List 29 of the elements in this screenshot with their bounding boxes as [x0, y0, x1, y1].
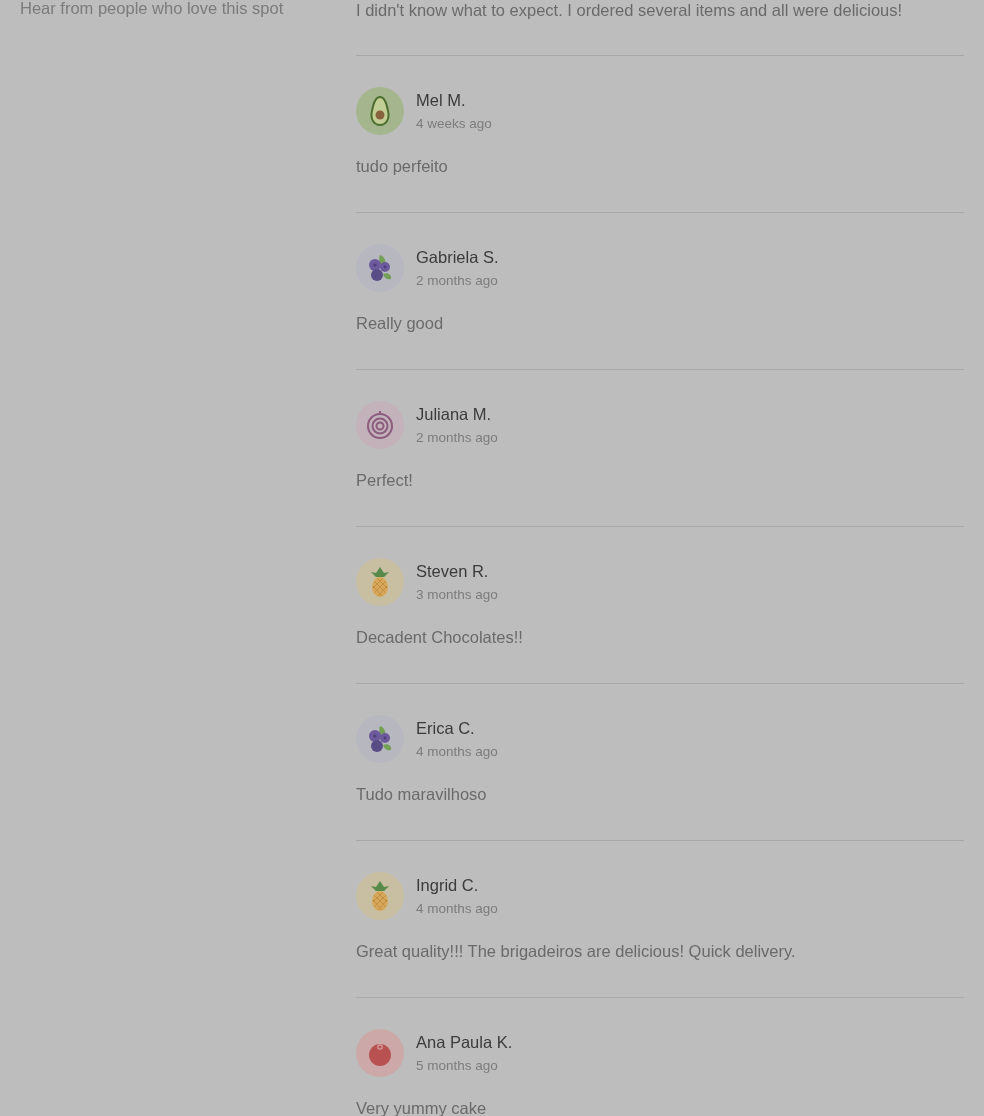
reviewer-name: Ingrid C. [416, 874, 479, 895]
reviewer-name: Gabriela S. [416, 246, 499, 267]
blueberries-icon [356, 244, 404, 292]
review-text: I didn't know what to expect. I ordered several items and all were delicious! [356, 2, 903, 18]
review-text: Tudo maravilhoso [356, 786, 487, 802]
reviewer-name: Erica C. [416, 717, 475, 738]
tomato-icon [356, 1029, 404, 1077]
reviewer-name: Steven R. [416, 560, 489, 581]
section-subtitle: Hear from people who love this spot [20, 0, 284, 16]
review-date: 4 months ago [416, 742, 498, 761]
review-text: Really good [356, 315, 444, 331]
onion-icon [356, 401, 404, 449]
review-text: Perfect! [356, 472, 413, 488]
review-text: Great quality!!! The brigadeiros are delicious! Quick delivery. [356, 943, 796, 959]
reviewer-name: Mel M. [416, 89, 466, 110]
review-date: 4 months ago [416, 899, 498, 918]
reviewer-name: Ana Paula K. [416, 1031, 513, 1052]
review-text: Decadent Chocolates!! [356, 629, 523, 645]
review-date: 5 months ago [416, 1056, 498, 1075]
pineapple-icon [356, 872, 404, 920]
reviewer-name: Juliana M. [416, 403, 492, 424]
review-date: 3 months ago [416, 585, 498, 604]
review-text: tudo perfeito [356, 158, 448, 174]
pineapple-icon [356, 558, 404, 606]
blueberries-icon [356, 715, 404, 763]
avocado-icon [356, 87, 404, 135]
review-date: 2 months ago [416, 428, 498, 447]
review-date: 2 months ago [416, 271, 498, 290]
review-date: 4 weeks ago [416, 114, 492, 133]
